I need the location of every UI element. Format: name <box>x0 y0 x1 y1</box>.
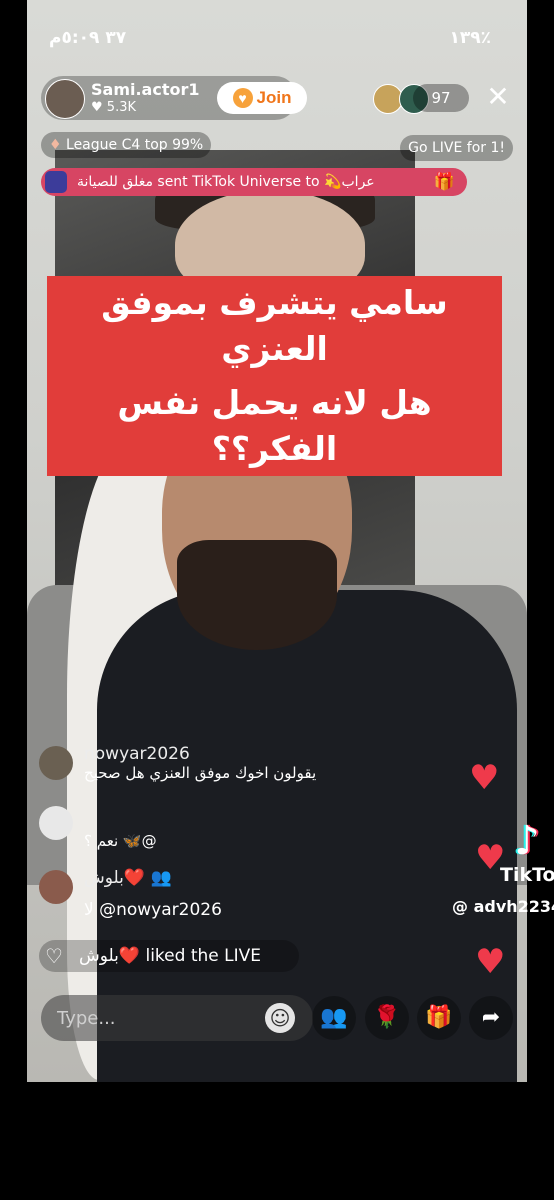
league-label: League C4 top 99% <box>66 137 204 153</box>
heart-plus-icon: ♥ <box>232 88 253 109</box>
status-battery: ١٣٩٪ <box>449 28 491 48</box>
viewer-count[interactable]: 97 <box>413 84 469 112</box>
gift-banner[interactable]: مغلق للصيانة sent TikTok Universe to 💫عر… <box>41 168 467 196</box>
join-button[interactable]: ♥ Join <box>217 82 307 114</box>
host-likes-count: 5.3K <box>106 100 136 115</box>
gift-banner-text: مغلق للصيانة sent TikTok Universe to 💫عر… <box>77 174 375 190</box>
close-icon[interactable]: ✕ <box>483 82 513 112</box>
person-beard <box>177 540 337 650</box>
diamond-icon: ♦ <box>49 137 62 153</box>
bottom-bar: ☺ 👥 🌹 🎁 ➦ <box>27 995 527 1045</box>
gift-icon: 🎁 <box>433 172 455 192</box>
status-time: ٣٧ ٥:٠٩م <box>49 28 127 48</box>
watermark-handle: @ advh2234 <box>452 897 554 916</box>
join-label: Join <box>256 87 292 107</box>
host-name: Sami.actor1 <box>91 80 200 99</box>
rose-icon[interactable]: 🌹 <box>365 996 409 1040</box>
status-bar: ٣٧ ٥:٠٩م ١٣٩٪ <box>27 28 527 54</box>
commenter-avatar[interactable] <box>39 870 73 904</box>
tiktok-logo-text: TikTok <box>500 864 554 886</box>
multi-guest-icon[interactable]: 👥 <box>312 996 356 1040</box>
commenter-name: nowyar2026 <box>84 744 190 764</box>
universe-gift-icon <box>45 171 67 193</box>
heart-outline-icon[interactable]: ♡ <box>45 940 63 972</box>
tiktok-logo-icon: ♪ <box>514 818 540 864</box>
heart-icon: ♥ <box>475 942 506 982</box>
comment-text: يقولون اخوك موفق العنزي هل صحيح <box>84 764 317 782</box>
comment-text: نعم ؟ 🦋@ <box>84 832 157 850</box>
heart-icon: ♥ <box>469 758 500 798</box>
emoji-icon[interactable]: ☺ <box>265 1003 295 1033</box>
tiktok-watermark: ♪ TikTok <box>500 818 554 886</box>
liked-text: بلوش❤️ liked the LIVE <box>79 946 261 966</box>
gift-button-icon[interactable]: 🎁 <box>417 996 461 1040</box>
host-card[interactable]: Sami.actor1 ♥ 5.3K ♥ Join <box>41 76 307 120</box>
commenter-name: بلوش❤️ 👥 <box>84 868 172 888</box>
host-avatar[interactable] <box>45 79 85 119</box>
headline-overlay: سامي يتشرف بموفق العنزي هل لانه يحمل نفس… <box>47 276 502 476</box>
commenter-avatar[interactable] <box>39 746 73 780</box>
headline-line-2: هل لانه يحمل نفس الفكر؟؟ <box>47 376 502 476</box>
go-live-label: Go LIVE for 1! <box>408 140 505 156</box>
liked-notice: ♡ بلوش❤️ liked the LIVE <box>39 940 299 972</box>
headline-line-1: سامي يتشرف بموفق العنزي <box>47 276 502 376</box>
viewers-area: 97 ✕ <box>373 82 513 114</box>
commenter-avatar[interactable] <box>39 806 73 840</box>
go-live-badge[interactable]: Go LIVE for 1! <box>400 135 513 161</box>
comment-text: لا @nowyar2026 <box>84 900 222 920</box>
live-stream-view: ٣٧ ٥:٠٩م ١٣٩٪ Sami.actor1 ♥ 5.3K ♥ Join 9… <box>27 0 527 1082</box>
league-badge[interactable]: ♦ League C4 top 99% <box>41 132 212 158</box>
share-icon[interactable]: ➦ <box>469 996 513 1040</box>
host-likes: ♥ 5.3K <box>91 100 136 115</box>
